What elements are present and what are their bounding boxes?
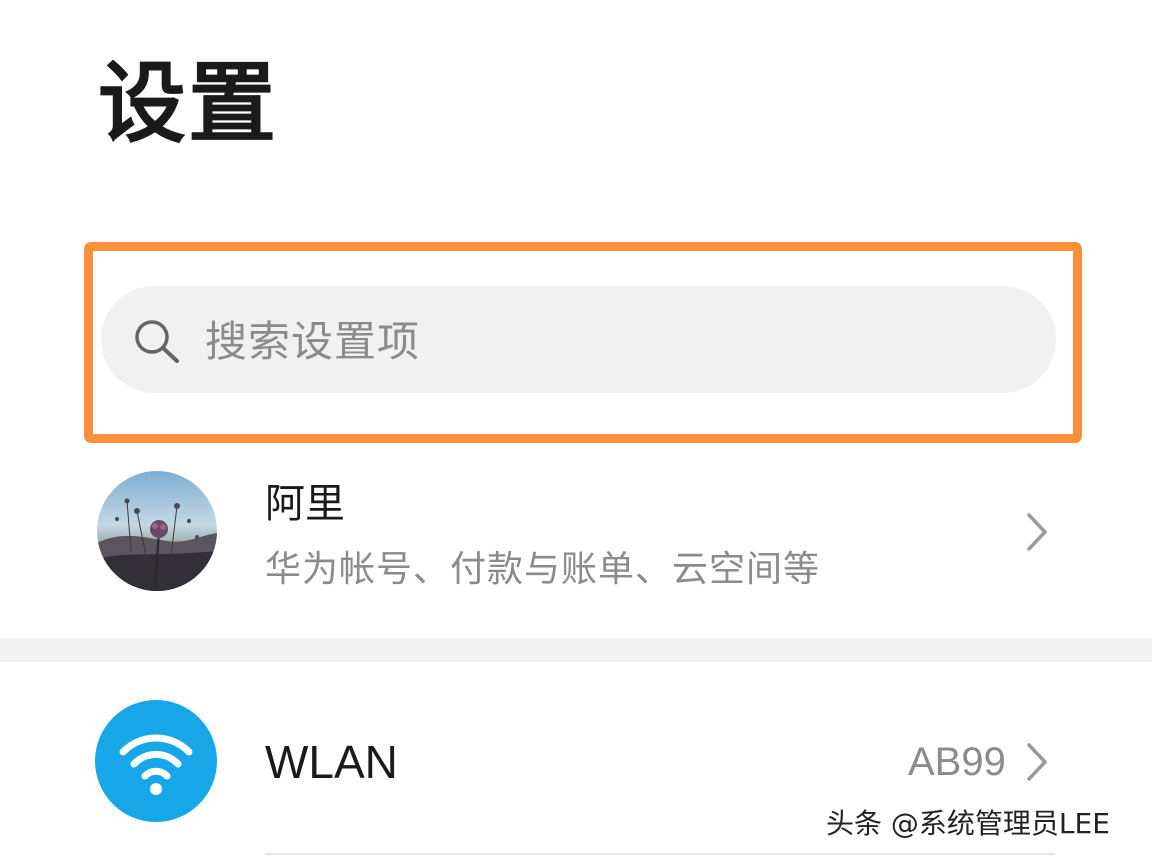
wlan-network-name: AB99 [908, 740, 1006, 784]
search-icon[interactable] [133, 318, 183, 364]
row-separator [265, 853, 1055, 855]
wlan-label: WLAN [265, 736, 398, 788]
account-description: 华为帐号、付款与账单、云空间等 [265, 549, 821, 590]
watermark: 头条 @系统管理员LEE [826, 807, 1110, 840]
avatar-photo-icon [97, 471, 217, 591]
account-row[interactable]: 阿里 华为帐号、付款与账单、云空间等 [0, 458, 1152, 638]
page-title: 设置 [98, 52, 279, 155]
section-divider [0, 638, 1152, 662]
account-name: 阿里 [265, 481, 345, 527]
search-placeholder[interactable]: 搜索设置项 [205, 313, 420, 371]
chevron-right-icon [1027, 513, 1047, 551]
wifi-icon [95, 700, 217, 822]
settings-screen: 设置 搜索设置项 阿里 华为帐号、付款与账单、云空间等 WLAN AB99 头条… [0, 0, 1152, 863]
avatar[interactable] [97, 471, 217, 591]
chevron-right-icon [1027, 743, 1047, 781]
